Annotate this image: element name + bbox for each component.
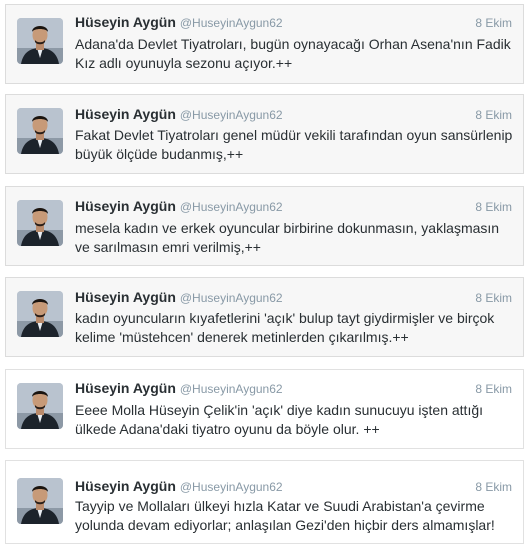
tweet-timestamp[interactable]: 8 Ekim bbox=[475, 16, 512, 30]
tweet-text: Fakat Devlet Tiyatroları genel müdür vek… bbox=[75, 127, 513, 162]
tweet-text: Eeee Molla Hüseyin Çelik'in 'açık' diye … bbox=[75, 402, 484, 437]
author-handle[interactable]: @HuseyinAygun62 bbox=[180, 108, 283, 122]
tweet-card[interactable]: Hüseyin Aygün @HuseyinAygun62 8 Ekim mese… bbox=[5, 186, 524, 266]
author-display-name[interactable]: Hüseyin Aygün bbox=[75, 198, 176, 214]
author-display-name[interactable]: Hüseyin Aygün bbox=[75, 106, 176, 122]
author-display-name[interactable]: Hüseyin Aygün bbox=[75, 14, 176, 30]
avatar[interactable] bbox=[17, 108, 63, 154]
author-name[interactable]: Hüseyin Aygün @HuseyinAygun62 bbox=[75, 289, 283, 305]
tweet-card[interactable]: Hüseyin Aygün @HuseyinAygun62 8 Ekim Faka… bbox=[5, 94, 524, 174]
tweet-card[interactable]: Hüseyin Aygün @HuseyinAygun62 8 Ekim kadı… bbox=[5, 277, 524, 357]
tweet-text: mesela kadın ve erkek oyuncular birbirin… bbox=[75, 220, 500, 255]
avatar[interactable] bbox=[17, 200, 63, 246]
tweet-timestamp[interactable]: 8 Ekim bbox=[475, 480, 512, 494]
tweet-timestamp[interactable]: 8 Ekim bbox=[475, 200, 512, 214]
tweet-card[interactable]: Hüseyin Aygün @HuseyinAygun62 8 Ekim Adan… bbox=[5, 4, 524, 84]
author-name[interactable]: Hüseyin Aygün @HuseyinAygun62 bbox=[75, 106, 283, 122]
tweet-text: Tayyip ve Mollaları ülkeyi hızla Katar v… bbox=[75, 498, 495, 533]
author-name[interactable]: Hüseyin Aygün @HuseyinAygun62 bbox=[75, 478, 283, 494]
tweet-timestamp[interactable]: 8 Ekim bbox=[475, 382, 512, 396]
tweet-timestamp[interactable]: 8 Ekim bbox=[475, 291, 512, 305]
tweet-text: kadın oyuncuların kıyafetlerini 'açık' b… bbox=[75, 310, 495, 345]
tweet-text: Adana'da Devlet Tiyatroları, bugün oynay… bbox=[75, 36, 511, 71]
author-display-name[interactable]: Hüseyin Aygün bbox=[75, 478, 176, 494]
tweet-card[interactable]: Hüseyin Aygün @HuseyinAygun62 8 Ekim Eeee… bbox=[5, 369, 524, 449]
author-handle[interactable]: @HuseyinAygun62 bbox=[180, 480, 283, 494]
avatar[interactable] bbox=[17, 478, 63, 524]
author-name[interactable]: Hüseyin Aygün @HuseyinAygun62 bbox=[75, 14, 283, 30]
avatar[interactable] bbox=[17, 383, 63, 429]
author-handle[interactable]: @HuseyinAygun62 bbox=[180, 291, 283, 305]
avatar[interactable] bbox=[17, 291, 63, 337]
avatar[interactable] bbox=[17, 18, 63, 64]
author-display-name[interactable]: Hüseyin Aygün bbox=[75, 289, 176, 305]
author-handle[interactable]: @HuseyinAygun62 bbox=[180, 200, 283, 214]
author-name[interactable]: Hüseyin Aygün @HuseyinAygun62 bbox=[75, 380, 283, 396]
tweet-timestamp[interactable]: 8 Ekim bbox=[475, 108, 512, 122]
author-display-name[interactable]: Hüseyin Aygün bbox=[75, 380, 176, 396]
author-handle[interactable]: @HuseyinAygun62 bbox=[180, 382, 283, 396]
tweet-card[interactable]: Hüseyin Aygün @HuseyinAygun62 8 Ekim Tayy… bbox=[5, 460, 524, 544]
author-name[interactable]: Hüseyin Aygün @HuseyinAygun62 bbox=[75, 198, 283, 214]
author-handle[interactable]: @HuseyinAygun62 bbox=[180, 16, 283, 30]
